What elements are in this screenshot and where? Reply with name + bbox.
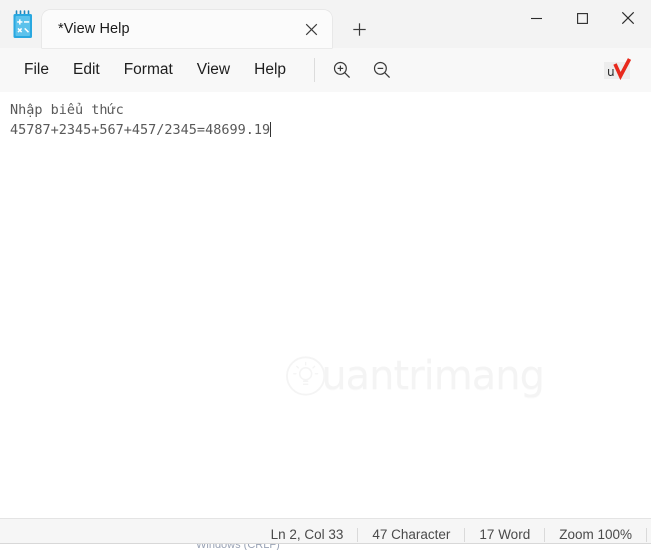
window-controls [513, 0, 651, 48]
zoom-in-icon[interactable] [325, 55, 359, 85]
menu-view[interactable]: View [185, 55, 242, 85]
notepad-calculator-icon [10, 10, 36, 40]
watermark-text: uantrimang [321, 353, 545, 399]
status-cursor-position[interactable]: Ln 2, Col 33 [257, 527, 358, 542]
new-tab-button[interactable] [344, 15, 374, 43]
lightbulb-circle-logo [286, 356, 326, 396]
clipped-bottom-edge: Windows (CRLF) [0, 543, 651, 550]
tab-title: *View Help [58, 21, 130, 37]
menu-help[interactable]: Help [242, 55, 298, 85]
status-divider [646, 527, 647, 542]
tab-strip: *View Help [42, 8, 513, 48]
editor-line-1: Nhập biểu thức [10, 102, 124, 118]
quantrimang-watermark: uantrimang [284, 345, 545, 407]
unikey-vietnamese-indicator[interactable]: u [601, 56, 635, 84]
status-character-count[interactable]: 47 Character [358, 527, 464, 542]
editor-content[interactable]: Nhập biểu thức 45787+2345+567+457/2345=4… [10, 100, 641, 140]
menu-edit[interactable]: Edit [61, 55, 112, 85]
tab-view-help[interactable]: *View Help [42, 10, 332, 48]
menu-bar: File Edit Format View Help u [0, 48, 651, 92]
status-word-count[interactable]: 17 Word [465, 527, 544, 542]
editor-line-2: 45787+2345+567+457/2345=48699.19 [10, 122, 271, 138]
menu-format[interactable]: Format [112, 55, 185, 85]
status-zoom-level[interactable]: Zoom 100% [545, 527, 646, 542]
window-close-button[interactable] [605, 0, 651, 36]
minimize-button[interactable] [513, 0, 559, 36]
text-editor-area[interactable]: uantrimang Nhập biểu thức 45787+2345+567… [0, 92, 651, 518]
menu-file[interactable]: File [12, 55, 61, 85]
title-bar: *View Help [0, 0, 651, 48]
clipped-bottom-text: Windows (CRLF) [196, 543, 280, 550]
svg-text:u: u [607, 65, 615, 79]
notepad-calculator-window: *View Help File Edit Format View Help u … [0, 0, 651, 550]
tab-close-icon[interactable] [296, 15, 326, 43]
toolbar-divider [314, 58, 316, 82]
zoom-out-icon[interactable] [365, 55, 399, 85]
maximize-button[interactable] [559, 0, 605, 36]
text-caret [270, 122, 272, 137]
